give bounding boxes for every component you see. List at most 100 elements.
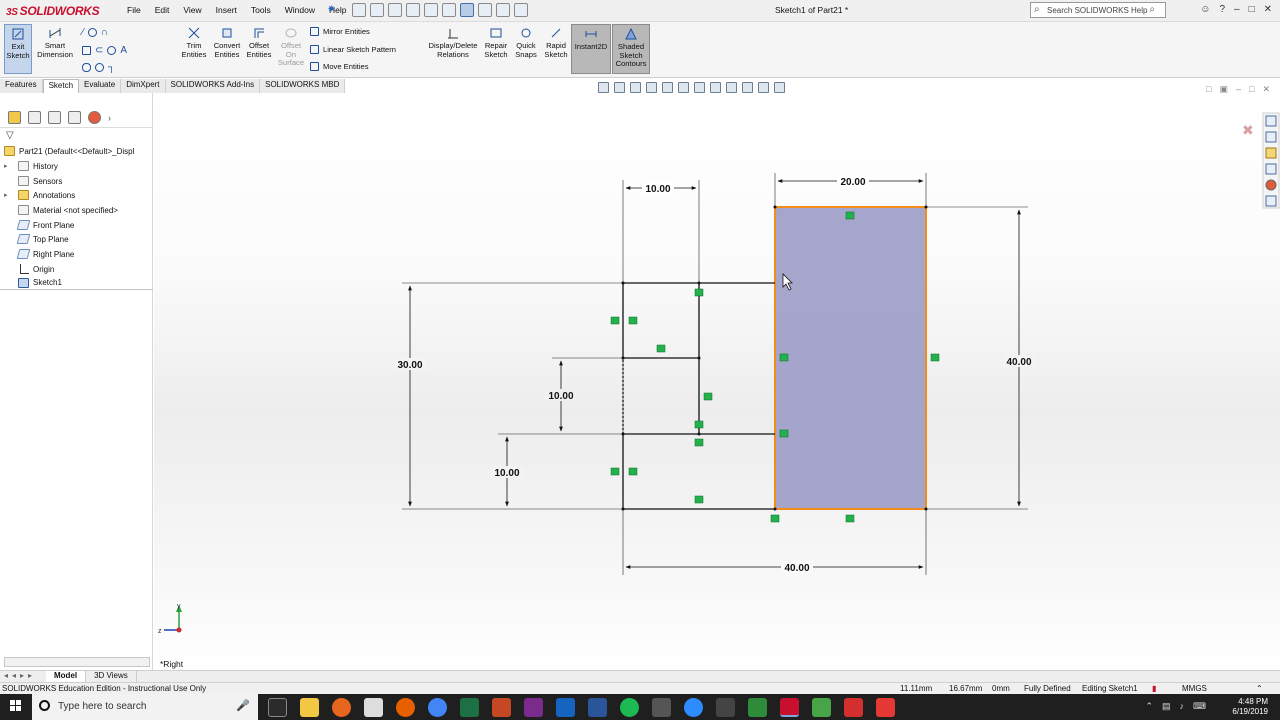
zoom-to-fit-icon[interactable] — [598, 82, 609, 93]
open-folder-icon[interactable] — [388, 3, 402, 17]
settings-gear-icon[interactable] — [716, 698, 735, 717]
options-gear-icon[interactable] — [514, 3, 528, 17]
text-icon[interactable]: A — [120, 45, 127, 56]
polygon-icon[interactable] — [107, 46, 117, 55]
view-settings-icon[interactable] — [758, 82, 769, 93]
tray-chevron-icon[interactable]: ⌃ — [1145, 701, 1153, 712]
search-go-icon[interactable]: ⌕ — [1149, 4, 1155, 15]
print-icon[interactable] — [424, 3, 438, 17]
mirror-entities-button[interactable]: Mirror Entities — [310, 27, 370, 36]
property-manager-tab-icon[interactable] — [28, 111, 41, 124]
edit-appearance-icon[interactable] — [726, 82, 737, 93]
sketch-fillet-icon[interactable] — [82, 63, 91, 72]
menu-tools[interactable]: Tools — [244, 5, 278, 15]
rebuild-icon[interactable] — [478, 3, 492, 17]
firefox-icon[interactable] — [396, 698, 415, 717]
dimension-rect-height[interactable]: 40.00 — [1006, 357, 1031, 368]
dimension-left-height[interactable]: 30.00 — [397, 360, 422, 371]
shaded-rectangle[interactable] — [774, 206, 927, 510]
zoom-icon[interactable] — [684, 698, 703, 717]
status-bar-toggle-icon[interactable]: ⌃ — [1256, 684, 1263, 693]
solidworks-taskbar-icon[interactable] — [780, 698, 799, 717]
view-palette-icon[interactable] — [1265, 163, 1277, 175]
menu-window[interactable]: Window — [278, 5, 322, 15]
help-icon[interactable]: ? — [1219, 4, 1225, 15]
select-cursor-icon[interactable] — [460, 3, 474, 17]
rapid-sketch-button[interactable]: Rapid Sketch — [542, 24, 570, 74]
centerline-icon[interactable]: ┐ — [108, 62, 115, 73]
offset-on-surface-button[interactable]: Offset On Surface — [276, 24, 306, 74]
photos-icon[interactable] — [364, 698, 383, 717]
shaded-sketch-contours-button[interactable]: Shaded Sketch Contours — [612, 24, 650, 74]
dimension-rect-width[interactable]: 20.00 — [840, 177, 865, 188]
tab-3d-views[interactable]: 3D Views — [86, 671, 137, 682]
close-icon[interactable]: ✕ — [1264, 4, 1272, 15]
display-style-icon[interactable] — [694, 82, 705, 93]
smart-dimension-button[interactable]: Smart Dimension — [36, 24, 74, 74]
solidworks-logo[interactable]: 3S SOLIDWORKS — [6, 4, 100, 18]
tab-dimxpert[interactable]: DimXpert — [121, 79, 166, 93]
tree-item-front-plane[interactable]: Front Plane — [0, 218, 153, 232]
trim-entities-button[interactable]: Trim Entities — [180, 24, 208, 74]
tree-item-part[interactable]: Part21 (Default<<Default>_Displ — [0, 144, 153, 158]
file-explorer-icon[interactable] — [300, 698, 319, 717]
home-icon[interactable] — [352, 3, 366, 17]
recorder-icon[interactable] — [876, 698, 895, 717]
excel-icon[interactable] — [460, 698, 479, 717]
tree-item-history[interactable]: ▸ History — [0, 159, 153, 173]
circle-icon[interactable] — [87, 28, 97, 37]
confirmation-corner-close[interactable]: ✖ — [1242, 123, 1254, 139]
audacity-icon[interactable] — [332, 698, 351, 717]
clock[interactable]: 4:48 PM 6/19/2019 — [1232, 697, 1268, 717]
taskbar-search-input[interactable]: Type here to search 🎤 — [32, 694, 258, 720]
restore-icon[interactable]: □ — [1249, 4, 1255, 15]
display-delete-relations-button[interactable]: Display/Delete Relations — [426, 24, 480, 74]
menu-insert[interactable]: Insert — [209, 5, 244, 15]
move-entities-button[interactable]: Move Entities — [310, 62, 369, 71]
tab-scroll-arrows[interactable]: ◂◂▸▸ — [0, 671, 46, 682]
tree-item-top-plane[interactable]: Top Plane — [0, 232, 153, 246]
design-library-icon[interactable] — [1265, 131, 1277, 143]
exit-sketch-button[interactable]: Exit Sketch — [4, 24, 32, 74]
tree-horizontal-scrollbar[interactable] — [4, 657, 150, 667]
minimize-icon[interactable]: – — [1234, 4, 1240, 15]
display-manager-tab-icon[interactable] — [88, 111, 101, 124]
graphics-area[interactable]: 10.00 20.00 30.00 10.00 10.00 40.00 40.0… — [154, 93, 1280, 671]
tab-model[interactable]: Model — [46, 671, 87, 682]
file-properties-icon[interactable] — [496, 3, 510, 17]
menu-file[interactable]: File — [120, 5, 148, 15]
tab-evaluate[interactable]: Evaluate — [79, 79, 122, 93]
custom-properties-icon[interactable] — [1265, 195, 1277, 207]
file-explorer-icon[interactable] — [1265, 147, 1277, 159]
windows-start-icon[interactable] — [10, 700, 22, 712]
slot-icon[interactable]: ⊂ — [95, 45, 103, 56]
dimension-mid-height[interactable]: 10.00 — [548, 391, 573, 402]
feature-manager-tab-icon[interactable] — [8, 111, 21, 124]
volume-icon[interactable]: ♪ — [1180, 701, 1185, 712]
repair-sketch-button[interactable]: Repair Sketch — [482, 24, 510, 74]
app-green-icon[interactable] — [748, 698, 767, 717]
menu-view[interactable]: View — [176, 5, 208, 15]
chrome-icon[interactable] — [428, 698, 447, 717]
dimxpert-manager-tab-icon[interactable] — [68, 111, 81, 124]
onenote-icon[interactable] — [524, 698, 543, 717]
tab-sketch[interactable]: Sketch — [42, 79, 80, 93]
offset-entities-button[interactable]: Offset Entities — [244, 24, 274, 74]
task-view-icon[interactable] — [268, 698, 287, 717]
tab-features[interactable]: Features — [0, 79, 43, 93]
menu-edit[interactable]: Edit — [148, 5, 177, 15]
tab-mbd[interactable]: SOLIDWORKS MBD — [260, 79, 346, 93]
help-search-input[interactable]: ⌕ Search SOLIDWORKS Help ⌕ — [1030, 2, 1166, 18]
section-view-icon[interactable] — [646, 82, 657, 93]
appearances-icon[interactable] — [1265, 179, 1277, 191]
dimension-bottom-height[interactable]: 10.00 — [494, 468, 519, 479]
tab-add-ins[interactable]: SOLIDWORKS Add-Ins — [165, 79, 261, 93]
unit-system[interactable]: MMGS — [1182, 684, 1207, 693]
tree-item-sensors[interactable]: Sensors — [0, 174, 153, 188]
filter-icon[interactable]: ▽ — [6, 130, 14, 141]
microphone-icon[interactable]: 🎤 — [236, 699, 250, 712]
user-icon[interactable]: ☺ — [1200, 4, 1210, 15]
word-icon[interactable] — [588, 698, 607, 717]
network-icon[interactable]: ▤ — [1162, 701, 1171, 712]
sketch-lines[interactable] — [622, 282, 775, 510]
